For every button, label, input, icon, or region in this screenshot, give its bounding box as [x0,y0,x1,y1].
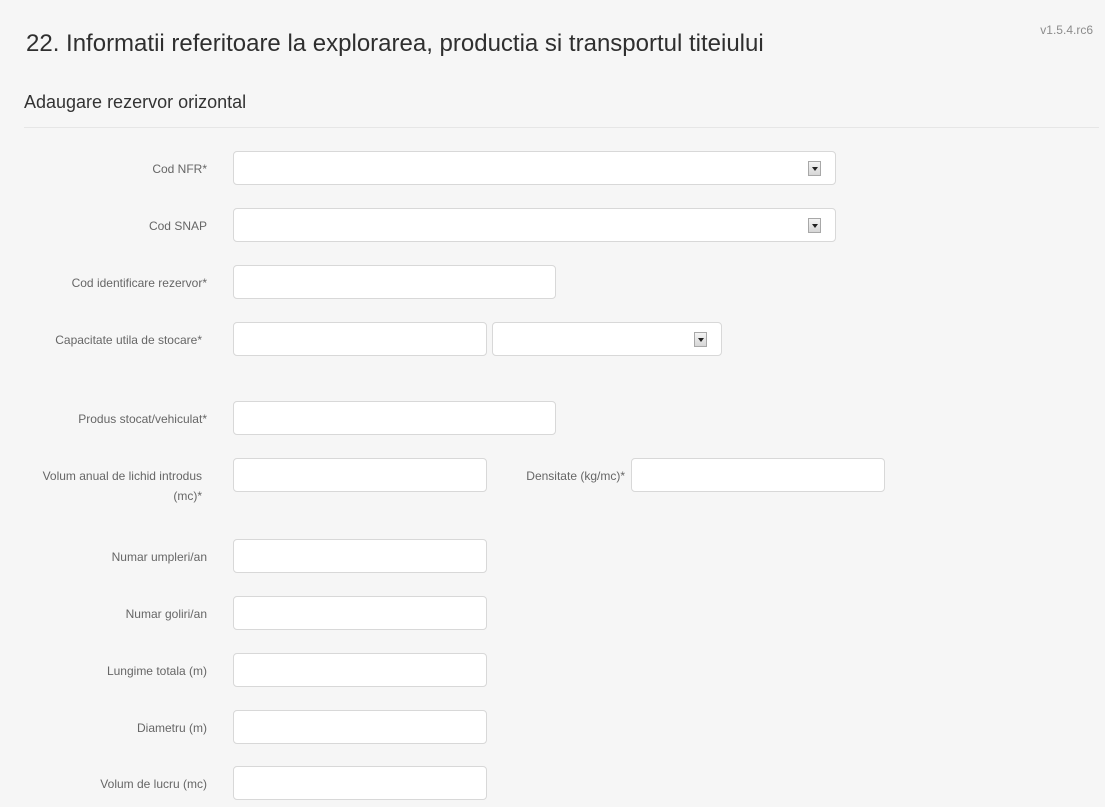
version-label: v1.5.4.rc6 [1040,23,1093,37]
densitate-input[interactable] [631,458,885,492]
capacitate-input[interactable] [233,322,487,356]
diametru-label: Diametru (m) [136,721,207,735]
chevron-down-icon[interactable] [694,332,707,347]
cod-snap-label: Cod SNAP [148,219,207,233]
numar-umpleri-input[interactable] [233,539,487,573]
numar-goliri-label: Numar goliri/an [125,607,207,621]
cod-snap-select[interactable] [233,208,836,242]
diametru-input[interactable] [233,710,487,744]
volum-lucru-label: Volum de lucru (mc) [100,777,207,791]
chevron-down-icon[interactable] [808,218,821,233]
lungime-input[interactable] [233,653,487,687]
numar-umpleri-label: Numar umpleri/an [111,550,207,564]
cod-nfr-label: Cod NFR* [152,162,207,176]
chevron-down-icon[interactable] [808,161,821,176]
cod-identificare-input[interactable] [233,265,556,299]
volum-anual-input[interactable] [233,458,487,492]
cod-identificare-label: Cod identificare rezervor* [71,276,207,290]
section-divider [24,127,1099,128]
produs-label: Produs stocat/vehiculat* [78,412,207,426]
lungime-label: Lungime totala (m) [106,664,207,678]
capacitate-unit-select[interactable] [492,322,722,356]
capacitate-label: Capacitate utila de stocare* [55,333,202,347]
section-title: Adaugare rezervor orizontal [24,92,247,112]
produs-input[interactable] [233,401,556,435]
page-title: 22. Informatii referitoare la explorarea… [26,30,764,57]
densitate-label: Densitate (kg/mc)* [526,469,625,483]
volum-anual-label: Volum anual de lichid introdus (mc)* [42,469,202,503]
cod-nfr-select[interactable] [233,151,836,185]
numar-goliri-input[interactable] [233,596,487,630]
volum-lucru-input[interactable] [233,766,487,800]
